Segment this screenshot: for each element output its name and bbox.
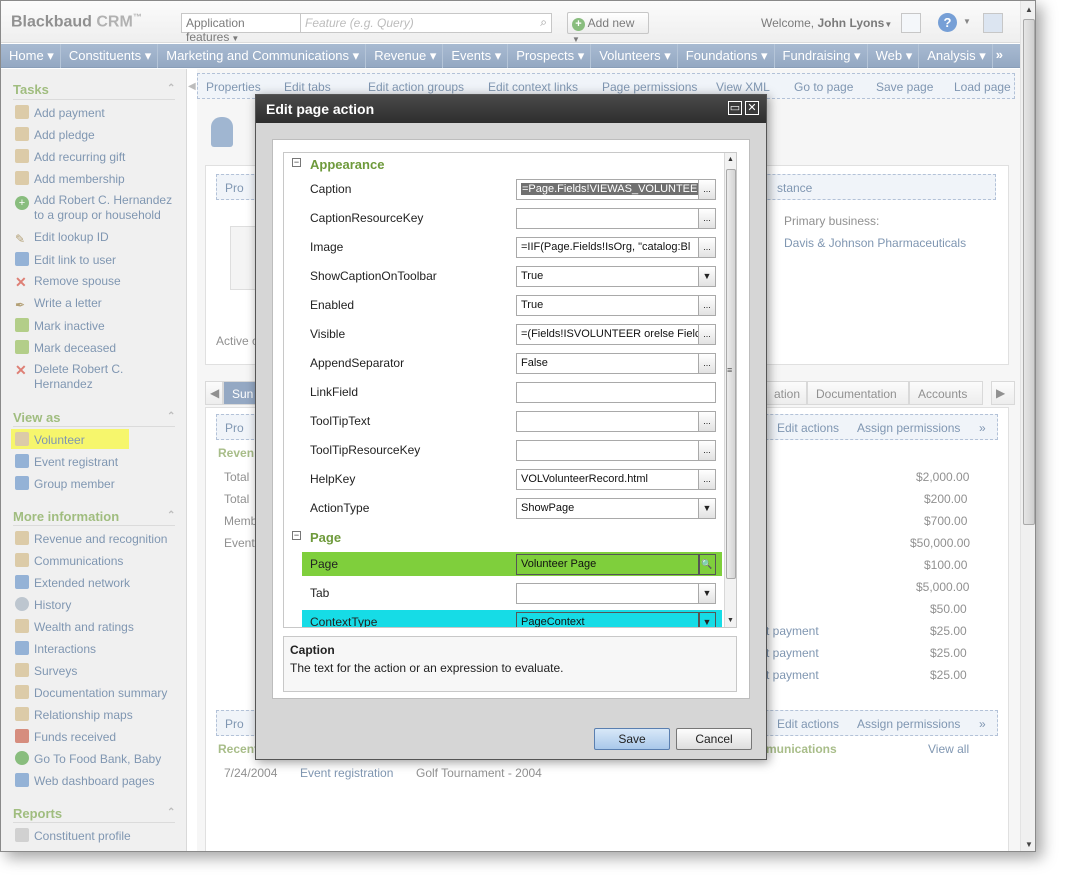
- tab-select[interactable]: [516, 583, 700, 604]
- category-label: Page: [310, 530, 342, 545]
- append-separator-field[interactable]: False: [516, 353, 700, 374]
- dialog-title: Edit page action: [256, 95, 766, 123]
- page-scrollbar[interactable]: ▲ ▼: [1020, 1, 1035, 851]
- maximize-icon[interactable]: ▭: [728, 101, 742, 115]
- page-search-field[interactable]: Volunteer Page: [516, 554, 700, 575]
- ellipsis-button[interactable]: ...: [698, 179, 716, 200]
- search-icon[interactable]: 🔍: [698, 554, 716, 575]
- prop-name: ToolTipText: [310, 414, 371, 428]
- link-field-input[interactable]: [516, 382, 716, 403]
- prop-enabled: Enabled True ...: [302, 293, 722, 317]
- category-appearance: − Appearance: [284, 153, 722, 177]
- enabled-field[interactable]: True: [516, 295, 700, 316]
- ellipsis-button[interactable]: ...: [698, 411, 716, 432]
- context-type-select[interactable]: PageContext: [516, 612, 700, 627]
- chevron-down-icon[interactable]: ▼: [698, 583, 716, 604]
- prop-context-type: ContextType PageContext ▼: [302, 610, 722, 628]
- prop-name: Tab: [310, 586, 330, 600]
- prop-name: Page: [310, 557, 339, 571]
- prop-name: CaptionResourceKey: [310, 211, 424, 225]
- chevron-down-icon[interactable]: ▼: [698, 612, 716, 627]
- scrollbar-thumb[interactable]: [1023, 19, 1035, 525]
- ellipsis-button[interactable]: ...: [698, 295, 716, 316]
- description-title: Caption: [290, 643, 335, 657]
- prop-name: Caption: [310, 182, 352, 196]
- close-icon[interactable]: ✕: [745, 101, 759, 115]
- prop-page: Page Volunteer Page 🔍: [302, 552, 722, 576]
- prop-name: Enabled: [310, 298, 355, 312]
- image-field[interactable]: =IIF(Page.Fields!IsOrg, "catalog:Bl: [516, 237, 700, 258]
- visible-field[interactable]: =(Fields!ISVOLUNTEER orelse Fielc: [516, 324, 700, 345]
- chevron-down-icon[interactable]: ▼: [698, 498, 716, 519]
- property-grid: − Appearance Caption =Page.Fields!VIEWAS…: [283, 152, 737, 628]
- ellipsis-button[interactable]: ...: [698, 208, 716, 229]
- caption-resource-key-field[interactable]: [516, 208, 700, 229]
- ellipsis-button[interactable]: ...: [698, 324, 716, 345]
- help-key-field[interactable]: VOLVolunteerRecord.html: [516, 469, 700, 490]
- prop-tooltip-resource-key: ToolTipResourceKey ...: [302, 438, 722, 462]
- collapse-toggle-icon[interactable]: −: [292, 531, 301, 540]
- chevron-down-icon[interactable]: ▼: [698, 266, 716, 287]
- ellipsis-button[interactable]: ...: [698, 469, 716, 490]
- prop-image: Image =IIF(Page.Fields!IsOrg, "catalog:B…: [302, 235, 722, 259]
- prop-name: Image: [310, 240, 344, 254]
- prop-name: ContextType: [310, 615, 378, 628]
- category-label: Appearance: [310, 157, 385, 172]
- grid-scrollbar[interactable]: ▲ ≡ ▼: [724, 153, 736, 627]
- prop-visible: Visible =(Fields!ISVOLUNTEER orelse Fiel…: [302, 322, 722, 346]
- prop-append-separator: AppendSeparator False ...: [302, 351, 722, 375]
- save-button[interactable]: Save: [594, 728, 670, 750]
- prop-show-caption-on-toolbar: ShowCaptionOnToolbar True ▼: [302, 264, 722, 288]
- description-text: The text for the action or an expression…: [290, 661, 564, 675]
- app-window: Blackbaud CRM™ Application features ▼ Fea…: [0, 0, 1036, 852]
- action-type-select[interactable]: ShowPage: [516, 498, 700, 519]
- prop-link-field: LinkField: [302, 380, 722, 404]
- property-description: Caption The text for the action or an ex…: [283, 636, 737, 692]
- prop-tab: Tab ▼: [302, 581, 722, 605]
- prop-action-type: ActionType ShowPage ▼: [302, 496, 722, 520]
- prop-tooltip-text: ToolTipText ...: [302, 409, 722, 433]
- prop-name: HelpKey: [310, 472, 356, 486]
- tooltip-text-field[interactable]: [516, 411, 700, 432]
- prop-name: Visible: [310, 327, 346, 341]
- ellipsis-button[interactable]: ...: [698, 237, 716, 258]
- edit-page-action-dialog: Edit page action ▭ ✕ − Appearance Captio…: [255, 94, 767, 760]
- dialog-body: − Appearance Caption =Page.Fields!VIEWAS…: [272, 139, 750, 699]
- prop-name: AppendSeparator: [310, 356, 405, 370]
- prop-name: ActionType: [310, 501, 370, 515]
- ellipsis-button[interactable]: ...: [698, 353, 716, 374]
- category-page: − Page: [284, 526, 722, 550]
- prop-name: LinkField: [310, 385, 359, 399]
- collapse-toggle-icon[interactable]: −: [292, 158, 301, 167]
- prop-name: ShowCaptionOnToolbar: [310, 269, 437, 283]
- caption-field[interactable]: =Page.Fields!VIEWAS_VOLUNTEER: [516, 179, 700, 200]
- show-caption-select[interactable]: True: [516, 266, 700, 287]
- cancel-button[interactable]: Cancel: [676, 728, 752, 750]
- ellipsis-button[interactable]: ...: [698, 440, 716, 461]
- prop-name: ToolTipResourceKey: [310, 443, 421, 457]
- prop-help-key: HelpKey VOLVolunteerRecord.html ...: [302, 467, 722, 491]
- prop-caption: Caption =Page.Fields!VIEWAS_VOLUNTEER ..…: [302, 177, 722, 201]
- tooltip-resource-key-field[interactable]: [516, 440, 700, 461]
- prop-caption-resource-key: CaptionResourceKey ...: [302, 206, 722, 230]
